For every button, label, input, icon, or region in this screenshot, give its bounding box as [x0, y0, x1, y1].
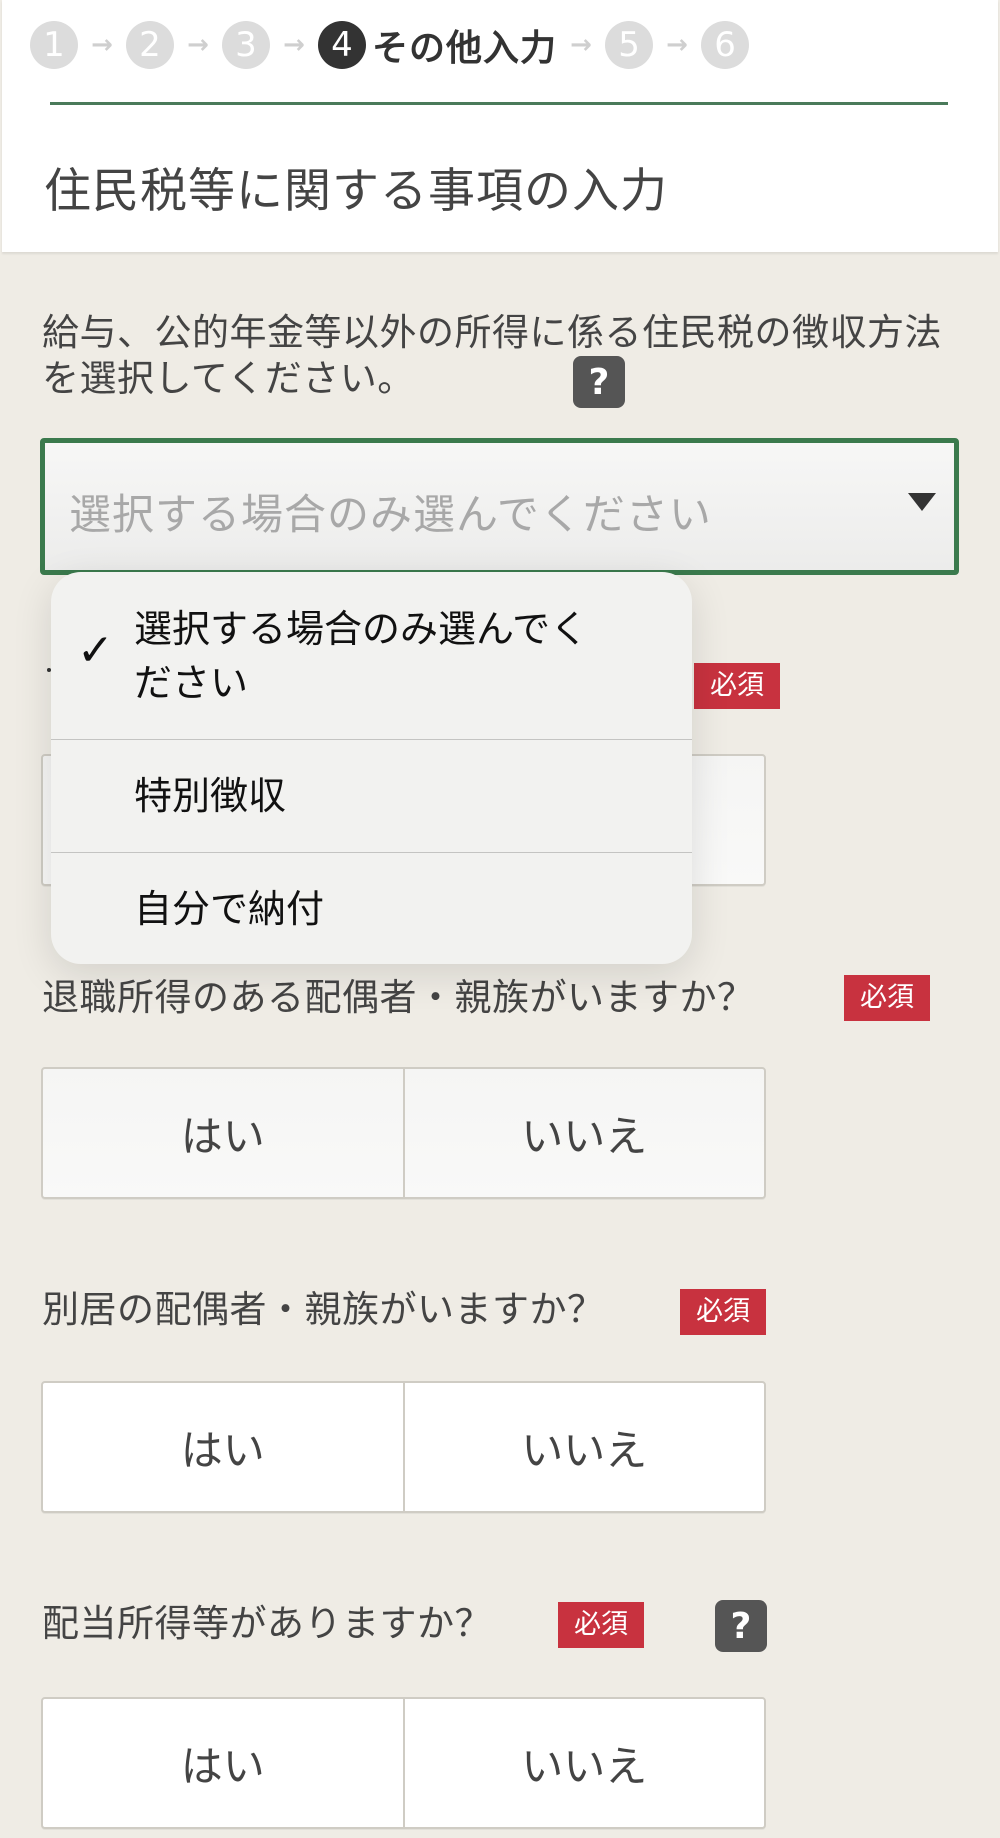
current-step-label: その他入力 [372, 28, 558, 69]
checkmark-icon: ✓ [77, 625, 114, 676]
arrow-icon: → [91, 30, 113, 60]
step-5: 5 [605, 21, 654, 69]
progress-steps: 1 → 2 → 3 → 4 その他入力 → 5 → 6 [30, 20, 750, 70]
yes-button[interactable]: はい [43, 1069, 403, 1197]
step-3: 3 [222, 21, 270, 69]
dividend-income-options: はい いいえ [41, 1697, 766, 1829]
step-4-current: 4 [318, 21, 366, 69]
dropdown-option-special-collection[interactable]: 特別徴収 [51, 739, 692, 852]
divider [50, 102, 948, 105]
required-badge: 必須 [694, 663, 780, 709]
step-1: 1 [30, 21, 78, 69]
no-button[interactable]: いいえ [402, 1069, 765, 1197]
separate-residence-label: 別居の配偶者・親族がいますか？ [42, 1288, 605, 1331]
page-header: 1 → 2 → 3 → 4 その他入力 → 5 → 6 住民税等に関する事項の入… [2, 0, 998, 252]
option-label: 自分で納付 [134, 887, 325, 931]
page-title: 住民税等に関する事項の入力 [44, 164, 668, 219]
dropdown-option-self-payment[interactable]: 自分で納付 [51, 852, 692, 964]
required-badge: 必須 [680, 1289, 766, 1335]
arrow-icon: → [666, 30, 688, 60]
arrow-icon: → [187, 30, 209, 60]
collection-method-select[interactable]: 選択する場合のみ選んでください [40, 438, 959, 575]
step-6: 6 [701, 21, 750, 69]
yes-button[interactable]: はい [43, 1699, 403, 1827]
collection-method-label: 給与、公的年金等以外の所得に係る住民税の徴収方法を選択してください。 [42, 311, 942, 400]
step-2: 2 [126, 21, 174, 69]
retirement-income-label: 退職所得のある配偶者・親族がいますか？ [42, 976, 755, 1019]
caret-down-icon [908, 493, 936, 511]
collection-method-dropdown: ✓ 選択する場合のみ選んでください 特別徴収 自分で納付 [51, 572, 692, 964]
help-icon[interactable]: ? [715, 1600, 767, 1652]
retirement-income-options: はい いいえ [41, 1067, 766, 1199]
no-button[interactable]: いいえ [402, 1699, 765, 1827]
help-icon[interactable]: ? [573, 356, 625, 408]
arrow-icon: → [570, 30, 592, 60]
required-badge: 必須 [844, 975, 930, 1021]
option-label: 特別徴収 [134, 774, 287, 818]
dropdown-option-selected[interactable]: ✓ 選択する場合のみ選んでください [51, 572, 692, 739]
option-label: 選択する場合のみ選んでください [134, 606, 589, 705]
no-button[interactable]: いいえ [402, 1383, 765, 1511]
dividend-income-label: 配当所得等がありますか？ [42, 1602, 492, 1645]
arrow-icon: → [283, 30, 305, 60]
select-placeholder: 選択する場合のみ選んでください [69, 490, 712, 539]
separate-residence-options: はい いいえ [41, 1381, 766, 1513]
yes-button[interactable]: はい [43, 1383, 403, 1511]
required-badge: 必須 [558, 1602, 644, 1648]
